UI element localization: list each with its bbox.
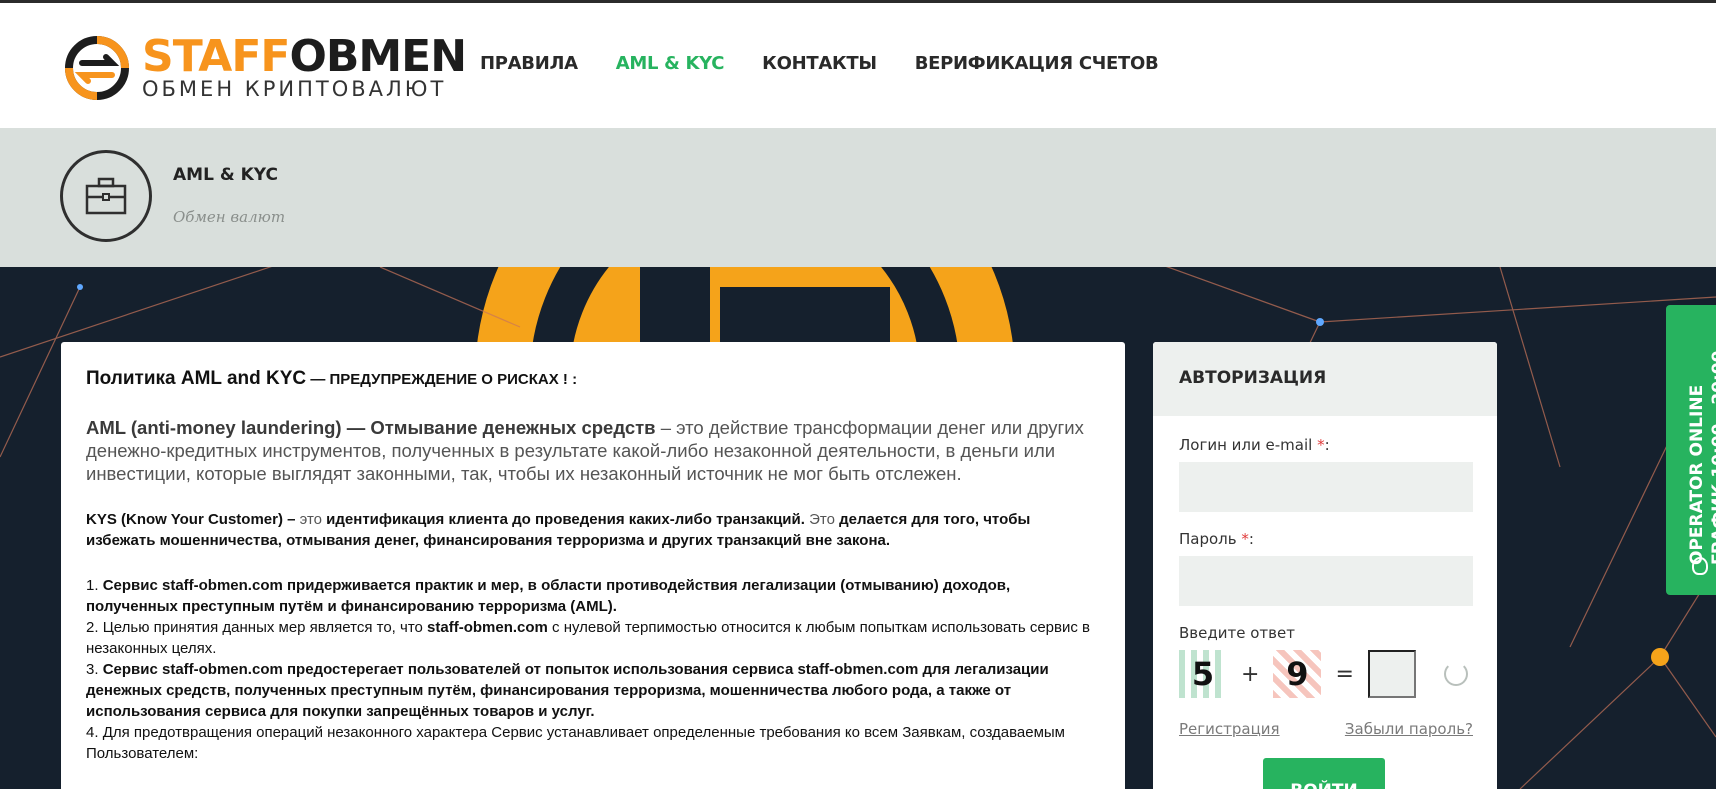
login-button[interactable]: ВОЙТИ (1263, 758, 1385, 789)
logo-tagline: ОБМЕН КРИПТОВАЛЮТ (142, 77, 447, 101)
page-title: AML & KYC (173, 165, 278, 185)
page-title-band: AML & KYC Обмен валют (0, 128, 1716, 267)
logo-text: STAFFOBMEN ОБМЕН КРИПТОВАЛЮТ (142, 35, 467, 101)
policy-item-3: 3. Сервис staff-obmen.com предостерегает… (86, 661, 1049, 720)
nav-item-aml-kyc[interactable]: AML & KYC (616, 53, 725, 74)
policy-item-3-text: Сервис staff-obmen.com предостерегает по… (86, 661, 1049, 720)
policy-item-1-text: Сервис staff-obmen.com придерживается пр… (86, 577, 1011, 615)
password-label-text: Пароль (1179, 530, 1242, 548)
auth-panel: АВТОРИЗАЦИЯ Логин или e-mail *: Пароль *… (1153, 342, 1497, 789)
nav-item-verification[interactable]: ВЕРИФИКАЦИЯ СЧЕТОВ (915, 53, 1159, 74)
kys-word-2: Это (804, 511, 840, 528)
captcha-equals: = (1335, 661, 1354, 687)
login-label: Логин или e-mail *: (1179, 436, 1473, 454)
auth-form: Логин или e-mail *: Пароль *: Введите от… (1153, 416, 1497, 738)
aml-term: AML (anti-money laundering) — Отмывание … (86, 417, 656, 438)
password-label-colon: : (1248, 530, 1254, 548)
operator-schedule: ГРАФИК 10:00 - 20:00 (1709, 350, 1716, 565)
logo-obmen: OBMEN (289, 31, 467, 82)
captcha-plus: + (1241, 661, 1260, 687)
refresh-icon[interactable] (1443, 662, 1468, 686)
policy-heading: Политика AML and KYC — ПРЕДУПРЕЖДЕНИЕ О … (86, 368, 1101, 390)
page-subtitle: Обмен валют (173, 208, 286, 226)
captcha-answer-input[interactable] (1367, 650, 1416, 698)
site-header: STAFFOBMEN ОБМЕН КРИПТОВАЛЮТ ПРАВИЛА AML… (0, 3, 1716, 128)
login-required-mark: * (1317, 436, 1325, 454)
site-logo[interactable]: STAFFOBMEN ОБМЕН КРИПТОВАЛЮТ (62, 33, 467, 103)
kys-term: KYS (Know Your Customer) – (86, 511, 296, 528)
logo-staff: STAFF (142, 31, 290, 82)
logo-wordmark: STAFFOBMEN (142, 35, 467, 79)
briefcase-icon (60, 150, 152, 242)
login-input[interactable] (1179, 462, 1473, 512)
operator-tab-text: OPERATOR ONLINE ГРАФИК 10:00 - 20:00 (1686, 351, 1716, 565)
policy-item-2: 2. Целью принятия данных мер является то… (86, 619, 1090, 657)
policy-item-2-site: staff-obmen.com (427, 619, 548, 636)
register-link[interactable]: Регистрация (1179, 720, 1280, 738)
policy-item-4: 4. Для предотвращения операций незаконно… (86, 724, 1065, 762)
captcha-number-b: 9 (1273, 650, 1322, 698)
password-required-mark: * (1241, 530, 1249, 548)
captcha-row: 5 + 9 = (1179, 650, 1473, 698)
password-input[interactable] (1179, 556, 1473, 606)
operator-status: OPERATOR ONLINE (1687, 384, 1707, 565)
logo-icon (65, 36, 129, 100)
password-label: Пароль *: (1179, 530, 1473, 548)
policy-heading-title: Политика AML and KYC (86, 368, 307, 389)
operator-online-tab[interactable]: OPERATOR ONLINE ГРАФИК 10:00 - 20:00 (1666, 305, 1716, 595)
kys-definition: KYS (Know Your Customer) – это идентифик… (86, 509, 1101, 551)
captcha-number-a: 5 (1179, 650, 1227, 698)
login-label-colon: : (1324, 436, 1330, 454)
nav-item-contacts[interactable]: КОНТАКТЫ (762, 53, 877, 74)
kys-word-1: это (295, 511, 327, 528)
login-label-text: Логин или e-mail (1179, 436, 1318, 454)
policy-heading-warning: — ПРЕДУПРЕЖДЕНИЕ О РИСКАХ ! : (306, 371, 578, 388)
policy-content-card: Политика AML and KYC — ПРЕДУПРЕЖДЕНИЕ О … (61, 342, 1125, 789)
nav-item-rules[interactable]: ПРАВИЛА (480, 53, 578, 74)
captcha-label: Введите ответ (1179, 624, 1295, 642)
policy-item-2-text-a: Целью принятия данных мер является то, ч… (102, 619, 428, 636)
aml-definition: AML (anti-money laundering) — Отмывание … (86, 416, 1101, 485)
kys-part-1: идентификация клиента до проведения каки… (326, 511, 805, 528)
policy-item-4-text: Для предотвращения операций незаконного … (86, 724, 1065, 762)
policy-item-1: 1. Сервис staff-obmen.com придерживается… (86, 577, 1011, 615)
auth-title: АВТОРИЗАЦИЯ (1153, 342, 1497, 416)
chat-icon (1692, 557, 1708, 575)
auth-links: Регистрация Забыли пароль? (1179, 720, 1473, 738)
forgot-password-link[interactable]: Забыли пароль? (1345, 720, 1473, 738)
main-nav: ПРАВИЛА AML & KYC КОНТАКТЫ ВЕРИФИКАЦИЯ С… (480, 53, 1196, 74)
